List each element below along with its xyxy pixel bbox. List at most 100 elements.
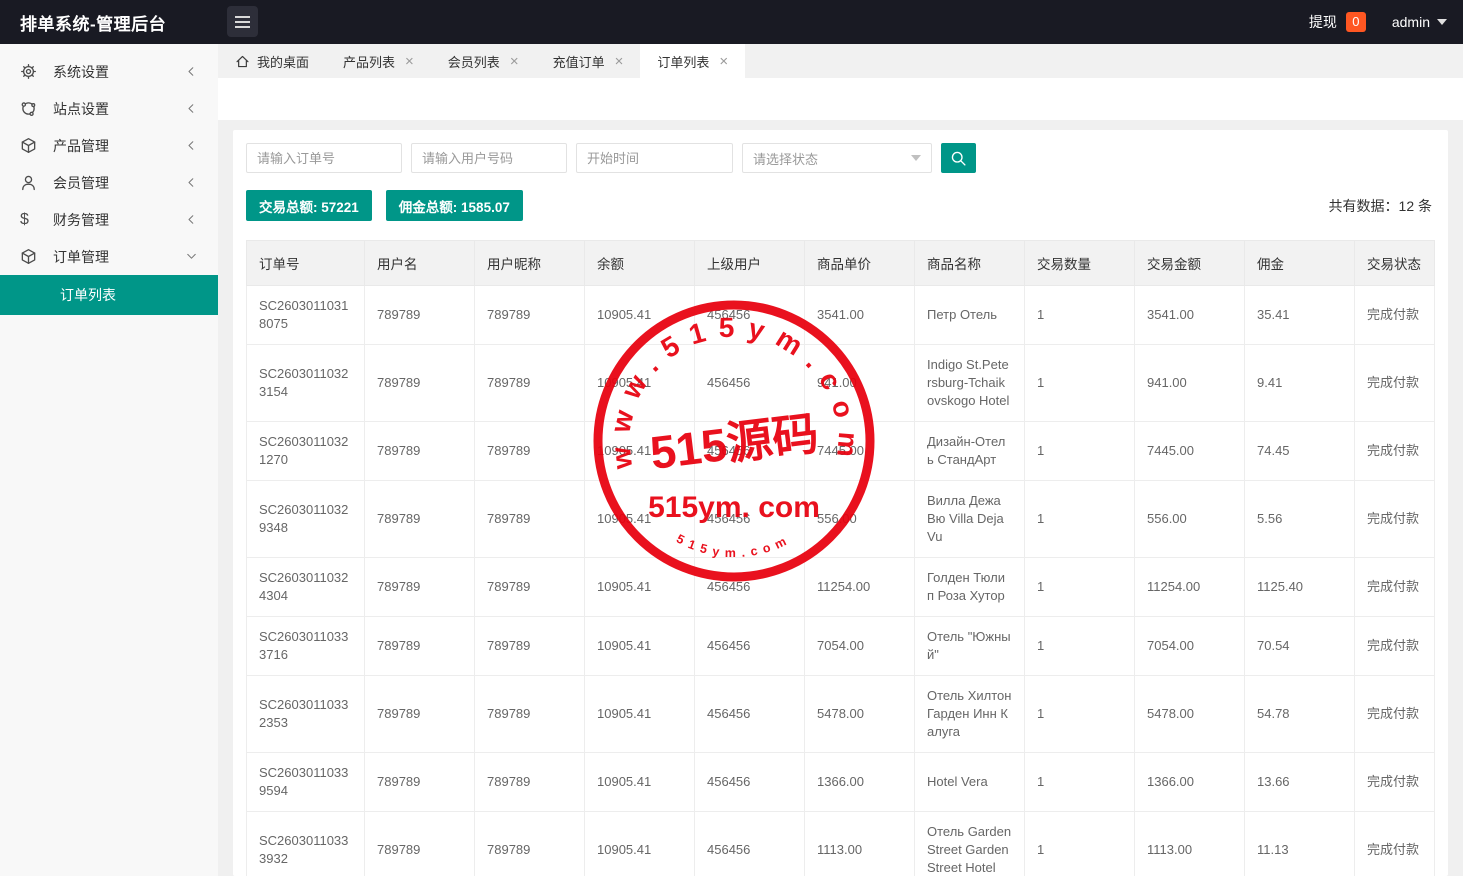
- table-cell: 5478.00: [1135, 676, 1245, 753]
- table-cell: 完成付款: [1355, 812, 1435, 876]
- user-menu[interactable]: admin: [1392, 14, 1447, 30]
- table-cell: 456456: [695, 558, 805, 617]
- tab-label: 订单列表: [657, 52, 709, 71]
- sidebar-item-product-management[interactable]: 产品管理: [0, 127, 218, 164]
- tab-toolbar: [218, 78, 1463, 120]
- sidebar-item-label: 订单列表: [60, 285, 116, 305]
- chevron-left-icon: [185, 213, 198, 226]
- table-cell: 789789: [365, 481, 475, 558]
- cube-icon: [20, 137, 37, 154]
- table-cell: 完成付款: [1355, 286, 1435, 345]
- tab-order-list[interactable]: 订单列表 ×: [640, 44, 745, 78]
- tab-recharge-orders[interactable]: 充值订单 ×: [536, 44, 641, 78]
- sidebar: 系统设置站点设置产品管理会员管理$财务管理订单管理 订单列表: [0, 44, 218, 876]
- table-cell: 10905.41: [585, 345, 695, 422]
- table-cell: 10905.41: [585, 422, 695, 481]
- username: admin: [1392, 14, 1430, 30]
- order-list-panel: 请选择状态 交易总额: 57221 佣金总额: 1585.07 共有数据：12 …: [233, 130, 1448, 876]
- tab-label: 产品列表: [343, 52, 395, 71]
- table-cell: 7054.00: [805, 617, 915, 676]
- menu-toggle-button[interactable]: [227, 6, 258, 37]
- tab-product-list[interactable]: 产品列表 ×: [326, 44, 431, 78]
- table-cell: SC26030110339594: [247, 753, 365, 812]
- table-cell: 456456: [695, 345, 805, 422]
- table-cell: 1: [1025, 422, 1135, 481]
- table-cell: 789789: [365, 558, 475, 617]
- table-cell: 9.41: [1245, 345, 1355, 422]
- filter-row: 请选择状态: [246, 143, 1435, 173]
- table-cell: 11254.00: [805, 558, 915, 617]
- table-cell: 789789: [475, 676, 585, 753]
- start-time-input[interactable]: [576, 143, 733, 173]
- chevron-left-icon: [185, 176, 198, 189]
- status-select[interactable]: 请选择状态: [742, 143, 932, 173]
- table-cell: 456456: [695, 481, 805, 558]
- table-cell: 789789: [475, 558, 585, 617]
- close-icon[interactable]: ×: [405, 54, 414, 69]
- commission-total-badge: 佣金总额: 1585.07: [386, 190, 523, 221]
- table-cell: SC26030110333716: [247, 617, 365, 676]
- table-row: SC2603011032127078978978978910905.414564…: [247, 422, 1435, 481]
- table-cell: 789789: [475, 753, 585, 812]
- close-icon[interactable]: ×: [510, 54, 519, 69]
- tab-my-desktop[interactable]: 我的桌面: [218, 44, 326, 78]
- table-cell: 74.45: [1245, 422, 1355, 481]
- table-cell: 3541.00: [1135, 286, 1245, 345]
- sidebar-item-system-settings[interactable]: 系统设置: [0, 53, 218, 90]
- topbar: 排单系统-管理后台 提现 0 admin: [0, 0, 1463, 44]
- table-cell: 完成付款: [1355, 422, 1435, 481]
- table-cell: 789789: [365, 617, 475, 676]
- orders-table: 订单号用户名用户昵称余额上级用户商品单价商品名称交易数量交易金额佣金交易状态 S…: [246, 240, 1435, 876]
- withdraw-button[interactable]: 提现 0: [1309, 12, 1366, 32]
- table-cell: 789789: [475, 286, 585, 345]
- sidebar-item-site-settings[interactable]: 站点设置: [0, 90, 218, 127]
- table-cell: 7445.00: [805, 422, 915, 481]
- table-cell: 11.13: [1245, 812, 1355, 876]
- table-cell: 5.56: [1245, 481, 1355, 558]
- user-no-input[interactable]: [411, 143, 567, 173]
- user-icon: [20, 174, 37, 191]
- sidebar-item-order-management[interactable]: 订单管理: [0, 238, 218, 275]
- trade-total-badge: 交易总额: 57221: [246, 190, 372, 221]
- table-cell: 完成付款: [1355, 345, 1435, 422]
- table-cell: 10905.41: [585, 753, 695, 812]
- sidebar-item-order-list[interactable]: 订单列表: [0, 275, 218, 315]
- table-cell: 1125.40: [1245, 558, 1355, 617]
- table-cell: Вилла Дежа Вю Villa Deja Vu: [915, 481, 1025, 558]
- table-cell: Петр Отель: [915, 286, 1025, 345]
- close-icon[interactable]: ×: [719, 54, 728, 69]
- chevron-down-icon: [911, 155, 921, 166]
- tab-bar: 我的桌面产品列表×会员列表×充值订单×订单列表×: [218, 44, 1463, 78]
- table-cell: 456456: [695, 812, 805, 876]
- table-cell: 1: [1025, 812, 1135, 876]
- column-header: 订单号: [247, 241, 365, 286]
- table-cell: Отель Хилтон Гарден Инн Калуга: [915, 676, 1025, 753]
- sidebar-item-label: 财务管理: [53, 210, 109, 230]
- sidebar-item-finance-management[interactable]: $财务管理: [0, 201, 218, 238]
- table-cell: Голден Тюлип Роза Хутор: [915, 558, 1025, 617]
- withdraw-label: 提现: [1309, 12, 1337, 32]
- sidebar-item-label: 产品管理: [53, 136, 109, 156]
- table-cell: 5478.00: [805, 676, 915, 753]
- table-cell: 556.00: [805, 481, 915, 558]
- table-cell: 789789: [475, 481, 585, 558]
- close-icon[interactable]: ×: [615, 54, 624, 69]
- table-row: SC2603011033371678978978978910905.414564…: [247, 617, 1435, 676]
- table-cell: 1366.00: [805, 753, 915, 812]
- table-cell: 完成付款: [1355, 617, 1435, 676]
- table-cell: Отель Garden Street Garden Street Hotel: [915, 812, 1025, 876]
- column-header: 交易数量: [1025, 241, 1135, 286]
- sidebar-item-member-management[interactable]: 会员管理: [0, 164, 218, 201]
- home-icon: [235, 54, 250, 69]
- table-cell: 789789: [365, 753, 475, 812]
- table-cell: 10905.41: [585, 676, 695, 753]
- content-area: 请选择状态 交易总额: 57221 佣金总额: 1585.07 共有数据：12 …: [218, 120, 1463, 876]
- order-no-input[interactable]: [246, 143, 402, 173]
- search-button[interactable]: [941, 143, 976, 173]
- table-cell: 789789: [365, 422, 475, 481]
- table-row: SC2603011031807578978978978910905.414564…: [247, 286, 1435, 345]
- table-row: SC2603011032934878978978978910905.414564…: [247, 481, 1435, 558]
- tab-label: 充值订单: [553, 52, 605, 71]
- tab-member-list[interactable]: 会员列表×: [431, 44, 536, 78]
- table-cell: 1: [1025, 558, 1135, 617]
